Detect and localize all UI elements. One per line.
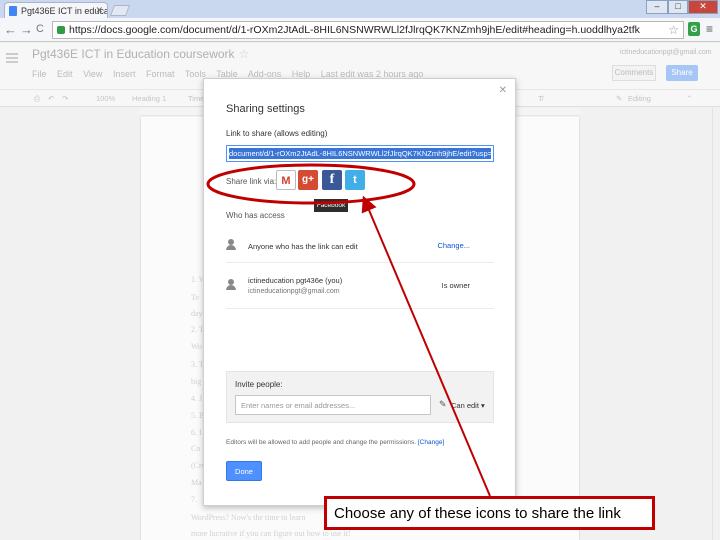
- star-icon[interactable]: ☆: [239, 47, 250, 61]
- owner-email: ictineducationpgt@gmail.com: [248, 288, 340, 295]
- annotation-callout: Choose any of these icons to share the l…: [324, 496, 655, 530]
- browser-toolbar: ← → C https://docs.google.com/document/d…: [0, 18, 720, 42]
- owner-name: ictineducation pgt436e (you): [248, 276, 343, 285]
- person-icon: [226, 279, 236, 291]
- url-text: https://docs.google.com/document/d/1-rOX…: [69, 24, 640, 36]
- scrollbar[interactable]: [712, 108, 720, 540]
- invite-people-input[interactable]: Enter names or email addresses...: [235, 395, 431, 415]
- extension-icon[interactable]: G: [688, 22, 700, 36]
- pencil-icon: ✎: [439, 399, 447, 409]
- doc-text-line: 3. T: [191, 360, 204, 369]
- owner-role: Is owner: [441, 281, 470, 290]
- lock-icon: [57, 26, 65, 34]
- sharing-settings-dialog: Sharing settings ✕ Link to share (allows…: [203, 78, 516, 506]
- clear-format-icon[interactable]: T̸: [538, 94, 543, 103]
- change-access-link[interactable]: Change...: [437, 241, 470, 250]
- share-button[interactable]: Share: [666, 65, 698, 81]
- menu-edit[interactable]: Edit: [57, 69, 73, 79]
- doc-text-line: big: [191, 377, 202, 386]
- done-button[interactable]: Done: [226, 461, 262, 481]
- who-has-access-label: Who has access: [226, 211, 285, 220]
- address-bar[interactable]: https://docs.google.com/document/d/1-rOX…: [52, 21, 684, 39]
- facebook-icon[interactable]: f: [322, 170, 342, 190]
- twitter-icon[interactable]: t: [345, 170, 365, 190]
- share-link-label: Link to share (allows editing): [226, 129, 328, 138]
- editing-mode-select[interactable]: Editing: [628, 94, 651, 103]
- maximize-button[interactable]: □: [668, 0, 688, 14]
- editors-change-link[interactable]: [Change]: [418, 439, 444, 446]
- share-via-label: Share link via:: [226, 177, 277, 186]
- docs-file-icon: [9, 6, 17, 16]
- user-email[interactable]: ictineducationpgt@gmail.com: [620, 49, 712, 56]
- redo-icon[interactable]: ↷: [62, 94, 68, 103]
- forward-icon[interactable]: →: [20, 22, 33, 37]
- close-window-button[interactable]: ✕: [688, 0, 718, 14]
- comments-button[interactable]: Comments: [612, 65, 656, 81]
- editors-permission-note: Editors will be allowed to add people an…: [226, 439, 444, 446]
- browser-tab[interactable]: Pgt436E ICT in education ✕: [4, 2, 108, 18]
- dialog-title: Sharing settings: [226, 103, 305, 115]
- share-link-field[interactable]: document/d/1-rOXm2JtAdL-8HIL6NSNWRWLl2fJ…: [226, 145, 494, 162]
- tab-bar: Pgt436E ICT in education ✕ – □ ✕: [0, 0, 720, 18]
- minimize-button[interactable]: –: [646, 0, 668, 14]
- people-icon: [226, 239, 236, 251]
- invite-people-label: Invite people:: [235, 380, 283, 389]
- menu-view[interactable]: View: [83, 69, 102, 79]
- access-description: Anyone who has the link can edit: [248, 242, 358, 251]
- menu-format[interactable]: Format: [146, 69, 175, 79]
- style-select[interactable]: Heading 1: [132, 94, 166, 103]
- doc-text-line: Ma: [191, 478, 202, 487]
- close-icon[interactable]: ✕: [499, 85, 507, 96]
- share-link-value: document/d/1-rOXm2JtAdL-8HIL6NSNWRWLl2fJ…: [229, 148, 491, 159]
- gmail-icon[interactable]: M: [276, 170, 296, 190]
- new-tab-button[interactable]: [109, 5, 131, 16]
- menu-insert[interactable]: Insert: [113, 69, 136, 79]
- doc-text-line: Te: [191, 293, 199, 302]
- editors-note-text: Editors will be allowed to add people an…: [226, 439, 417, 446]
- permission-dropdown[interactable]: Can edit ▾: [451, 401, 485, 410]
- google-plus-icon[interactable]: g+: [298, 170, 318, 190]
- chrome-menu-icon[interactable]: ≡: [706, 22, 713, 36]
- document-title-text: Pgt436E ICT in Education coursework: [32, 47, 235, 61]
- undo-icon[interactable]: ↶: [48, 94, 54, 103]
- doc-text-line: 4. J: [191, 394, 203, 403]
- edit-mode-icon[interactable]: ✎: [616, 94, 622, 103]
- reload-icon[interactable]: C: [36, 23, 44, 35]
- zoom-select[interactable]: 100%: [96, 94, 115, 103]
- docs-home-icon[interactable]: [6, 53, 18, 63]
- doc-text-line: more lucrative if you can figure out how…: [191, 529, 351, 538]
- doc-text-line: 7.: [191, 495, 197, 504]
- document-title[interactable]: Pgt436E ICT in Education coursework ☆: [32, 47, 249, 61]
- doc-text-line: WordPress? Now's the time to learn: [191, 513, 306, 522]
- doc-text-line: Wo: [191, 342, 202, 351]
- invite-people-section: Invite people: Enter names or email addr…: [226, 371, 494, 423]
- collapse-icon[interactable]: ⌃: [686, 94, 692, 103]
- doc-text-line: 2. T: [191, 325, 204, 334]
- access-row-owner: ictineducation pgt436e (you) ictineducat…: [226, 269, 494, 309]
- doc-text-line: Co: [191, 444, 201, 453]
- bookmark-star-icon[interactable]: ☆: [668, 23, 679, 37]
- access-row-anyone: Anyone who has the link can edit Change.…: [226, 229, 494, 263]
- print-icon[interactable]: ⎙: [34, 94, 40, 104]
- doc-text-line: day: [191, 309, 203, 318]
- menu-file[interactable]: File: [32, 69, 47, 79]
- facebook-tooltip: Facebook: [314, 199, 348, 212]
- doc-text-line: 6. I: [191, 428, 202, 437]
- tab-close-icon[interactable]: ✕: [95, 5, 103, 16]
- back-icon[interactable]: ←: [4, 22, 17, 37]
